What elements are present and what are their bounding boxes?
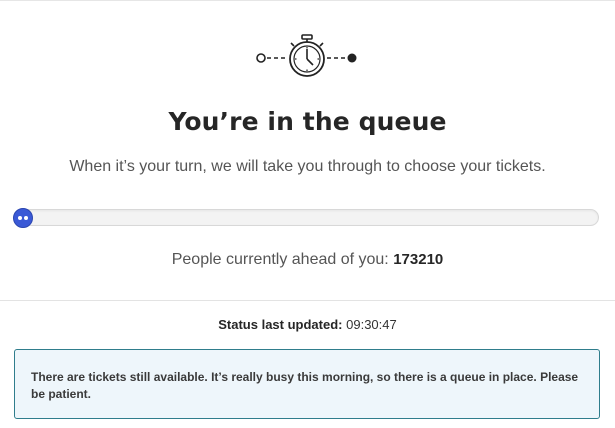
queue-notice: There are tickets still available. It’s … [14,349,600,419]
queue-page: You’re in the queue When it’s your turn,… [0,0,615,428]
progress-knob-dot [24,216,28,220]
page-title: You’re in the queue [168,107,447,136]
divider [0,300,615,301]
status-row: Status last updated: 09:30:47 [0,317,615,332]
people-ahead-label: People currently ahead of you: [171,251,389,268]
queue-progress-bar [14,209,599,226]
queue-notice-text: There are tickets still available. It’s … [31,370,579,401]
status-label: Status last updated: [218,317,343,332]
status-time: 09:30:47 [346,317,397,332]
progress-knob-dot [18,216,22,220]
queue-subtitle: When it’s your turn, we will take you th… [69,158,546,175]
progress-knob [13,208,33,228]
people-ahead-count: 173210 [393,251,444,268]
stopwatch-icon [256,34,357,77]
people-ahead-row: People currently ahead of you: 173210 [0,251,615,269]
